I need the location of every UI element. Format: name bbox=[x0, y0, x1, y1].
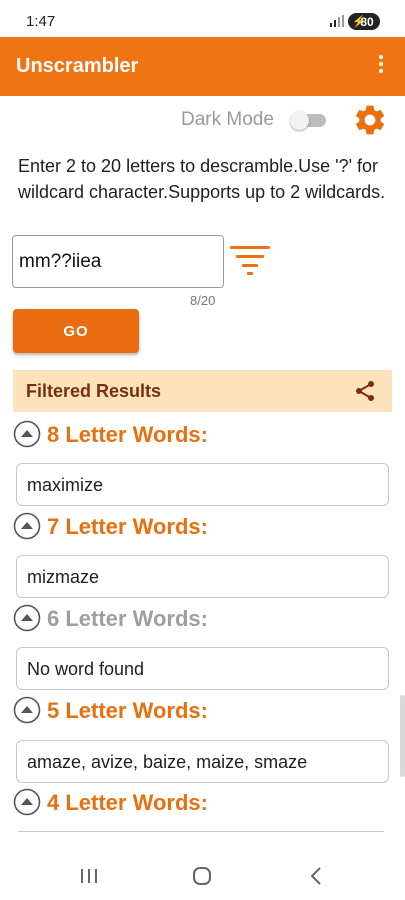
result-box: maximize bbox=[16, 463, 389, 506]
chevron-up-circle-icon[interactable] bbox=[13, 512, 41, 540]
chevron-up-circle-icon[interactable] bbox=[13, 604, 41, 632]
scrollbar[interactable] bbox=[400, 695, 405, 777]
char-counter: 8/20 bbox=[190, 293, 216, 308]
filtered-results-label: Filtered Results bbox=[26, 381, 162, 401]
more-vert-icon[interactable] bbox=[371, 55, 391, 79]
go-button[interactable]: GO bbox=[13, 309, 139, 353]
chevron-up-circle-icon[interactable] bbox=[13, 696, 41, 724]
result-box: amaze, avize, baize, maize, smaze bbox=[16, 740, 389, 783]
letters-input[interactable]: mm??iiea bbox=[12, 235, 224, 288]
toggle-thumb bbox=[290, 111, 309, 130]
gear-icon[interactable] bbox=[352, 102, 388, 138]
section-title: 6 Letter Words: bbox=[47, 606, 208, 631]
chevron-up-circle-icon[interactable] bbox=[13, 788, 41, 816]
app-bar: Unscrambler bbox=[0, 37, 405, 96]
section-title: 5 Letter Words: bbox=[47, 698, 208, 723]
filtered-results-bar: Filtered Results bbox=[13, 370, 392, 412]
status-time: 1:47 bbox=[26, 13, 56, 30]
recent-apps-icon[interactable] bbox=[80, 868, 98, 884]
share-icon[interactable] bbox=[353, 379, 377, 403]
section-title: 4 Letter Words: bbox=[47, 790, 208, 815]
dark-mode-label: Dark Mode bbox=[181, 109, 274, 130]
section-title: 8 Letter Words: bbox=[47, 422, 208, 447]
app-title: Unscrambler bbox=[16, 55, 139, 77]
bolt-icon: ⚡ bbox=[352, 16, 366, 28]
signal-icon bbox=[330, 15, 344, 27]
status-bar: 1:47 ⚡ 80 bbox=[0, 0, 405, 36]
result-box-edge bbox=[18, 831, 384, 832]
home-icon[interactable] bbox=[192, 866, 212, 886]
system-nav-bar bbox=[0, 848, 405, 900]
result-box: No word found bbox=[16, 647, 389, 690]
battery-icon: ⚡ 80 bbox=[348, 13, 380, 30]
result-box: mizmaze bbox=[16, 555, 389, 598]
back-icon[interactable] bbox=[308, 866, 324, 886]
section-title: 7 Letter Words: bbox=[47, 514, 208, 539]
dark-mode-toggle[interactable] bbox=[290, 111, 326, 130]
filter-icon[interactable] bbox=[228, 244, 272, 276]
chevron-up-circle-icon[interactable] bbox=[13, 420, 41, 448]
instructions-text: Enter 2 to 20 letters to descramble.Use … bbox=[18, 156, 386, 202]
